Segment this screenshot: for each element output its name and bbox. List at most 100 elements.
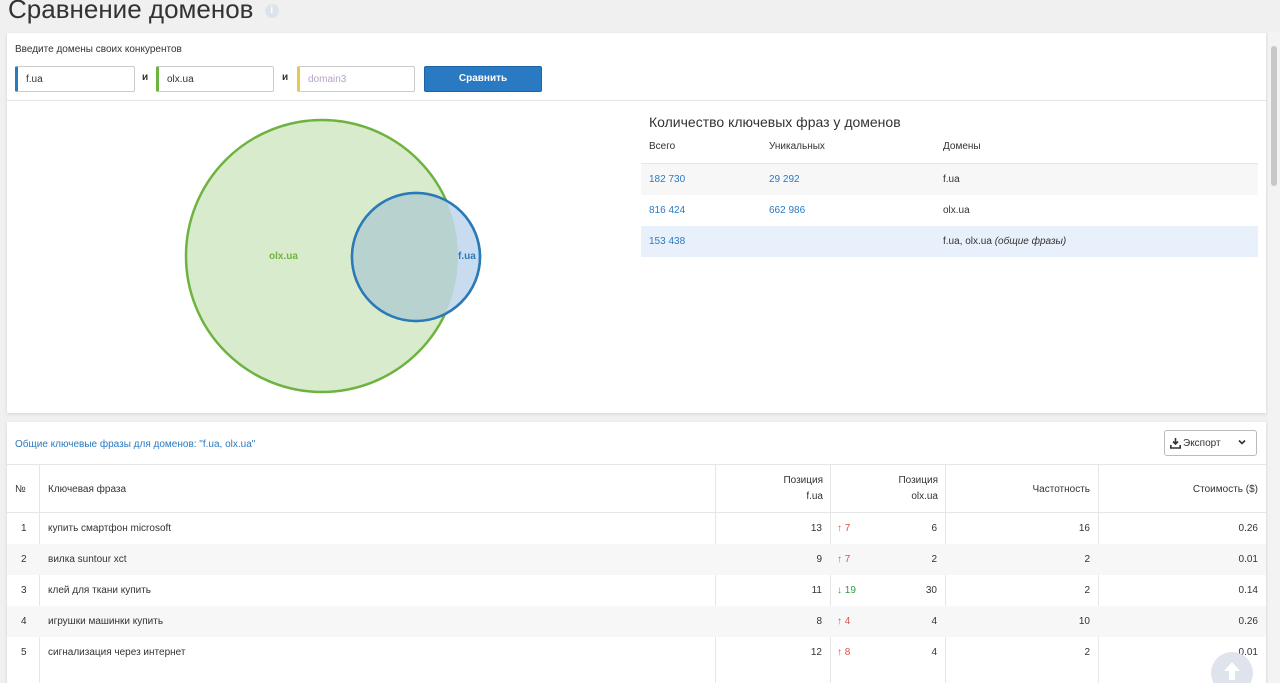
stats-header-unique: Уникальных (769, 141, 825, 152)
table-row[interactable]: 2 вилка suntour xct 9 ↑ 7 2 2 0.01 (7, 544, 1266, 575)
row-delta: ↑ 7 (837, 523, 850, 534)
export-button[interactable]: Экспорт (1164, 430, 1257, 456)
download-icon (1170, 438, 1181, 449)
info-icon[interactable]: i (264, 4, 279, 19)
stats-row: 182 730 29 292 f.ua (641, 164, 1258, 195)
compare-button[interactable]: Сравнить (424, 66, 542, 92)
stats-total-link[interactable]: 816 424 (649, 205, 685, 216)
row-pos-olx: 6 (931, 523, 937, 534)
row-delta-value: 19 (844, 585, 856, 596)
arrow-up-icon: ↑ (837, 554, 842, 565)
page-title-text: Сравнение доменов (8, 0, 254, 24)
row-delta: ↑ 4 (837, 616, 850, 627)
arrow-up-icon: ↑ (837, 647, 842, 658)
row-pos-olx: 4 (931, 616, 937, 627)
common-keywords-title[interactable]: Общие ключевые фразы для доменов: "f.ua,… (15, 439, 255, 450)
stats-total-link[interactable]: 153 438 (649, 236, 685, 247)
col-header-pos-fua-line2: f.ua (806, 491, 823, 502)
row-delta: ↑ 8 (837, 647, 850, 658)
row-pos-olx: 2 (931, 554, 937, 565)
and-label-2: и (282, 72, 289, 83)
stats-domain: f.ua, olx.ua (общие фразы) (943, 236, 1066, 247)
domain2-input[interactable] (156, 66, 274, 92)
row-delta-value: 8 (844, 647, 851, 658)
stats-domain: f.ua (943, 174, 960, 185)
arrow-up-icon: ↑ (837, 616, 842, 627)
table-row[interactable]: 1 купить смартфон microsoft 13 ↑ 7 6 16 … (7, 513, 1266, 544)
row-pos-fua: 12 (810, 647, 822, 658)
domain3-input[interactable] (297, 66, 415, 92)
and-label-1: и (142, 72, 149, 83)
venn-diagram: olx.ua f.ua (184, 118, 482, 394)
stats-row-common[interactable]: 153 438 f.ua, olx.ua (общие фразы) (641, 226, 1258, 257)
scrollbar-thumb[interactable] (1271, 46, 1277, 186)
row-frequency: 10 (1078, 616, 1090, 627)
stats-domain-text: f.ua, olx.ua (943, 236, 992, 247)
page-scrollbar[interactable] (1268, 32, 1280, 683)
row-delta: ↑ 7 (837, 554, 850, 565)
row-delta-value: 7 (844, 554, 851, 565)
table-header: № Ключевая фраза Позиция f.ua Позиция ol… (7, 464, 1266, 513)
row-phrase: игрушки машинки купить (48, 616, 164, 627)
row-pos-olx: 30 (925, 585, 937, 596)
row-phrase: клей для ткани купить (48, 585, 152, 596)
row-cost: 0.14 (1238, 585, 1258, 596)
row-pos-fua: 11 (811, 585, 822, 596)
page-title: Сравнение доменов i (8, 0, 279, 25)
row-cost: 0.26 (1238, 523, 1258, 534)
col-header-pos-olx[interactable]: Позиция olx.ua (831, 465, 938, 513)
col-header-pos-fua[interactable]: Позиция f.ua (716, 465, 823, 513)
domain-form-label: Введите домены своих конкурентов (15, 44, 182, 55)
row-phrase: вилка suntour xct (48, 554, 127, 565)
col-header-cost-label: Стоимость ($) (1192, 484, 1258, 495)
venn-label-olx: olx.ua (269, 251, 298, 262)
row-frequency: 2 (1084, 554, 1090, 565)
table-row[interactable]: 4 игрушки машинки купить 8 ↑ 4 4 10 0.26 (7, 606, 1266, 637)
row-cost: 0.01 (1238, 554, 1258, 565)
row-num: 5 (21, 647, 27, 658)
stats-domain-note: (общие фразы) (994, 236, 1067, 247)
domain-form: Введите домены своих конкурентов и и Сра… (7, 33, 1266, 101)
row-num: 2 (21, 554, 27, 565)
domain1-input[interactable] (15, 66, 135, 92)
col-header-pos-olx-line2: olx.ua (911, 491, 938, 502)
keyword-count-title: Количество ключевых фраз у доменов (649, 114, 901, 130)
arrow-up-icon (1224, 662, 1240, 680)
row-num: 3 (21, 585, 27, 596)
stats-unique-link[interactable]: 662 986 (769, 205, 805, 216)
stats-unique-link[interactable]: 29 292 (769, 174, 800, 185)
col-header-pos-olx-line1: Позиция (898, 475, 938, 486)
row-phrase: сигнализация через интернет (48, 647, 186, 658)
row-delta-value: 7 (844, 523, 851, 534)
common-keywords-card: Общие ключевые фразы для доменов: "f.ua,… (7, 422, 1266, 683)
arrow-up-icon: ↑ (837, 523, 842, 534)
chevron-down-icon (1238, 439, 1246, 445)
export-label: Экспорт (1183, 438, 1221, 449)
row-delta-value: 4 (844, 616, 851, 627)
row-cost: 0.26 (1238, 616, 1258, 627)
row-pos-fua: 13 (810, 523, 822, 534)
stats-row: 816 424 662 986 olx.ua (641, 195, 1258, 226)
col-header-frequency-label: Частотность (1032, 484, 1091, 495)
row-frequency: 16 (1078, 523, 1090, 534)
row-num: 4 (21, 616, 27, 627)
col-header-cost[interactable]: Стоимость ($) (1099, 465, 1258, 513)
row-phrase: купить смартфон microsoft (48, 523, 172, 534)
venn-label-fua: f.ua (458, 251, 476, 262)
stats-total-link[interactable]: 182 730 (649, 174, 685, 185)
row-pos-olx: 4 (931, 647, 937, 658)
col-header-frequency[interactable]: Частотность (946, 465, 1091, 513)
row-num: 1 (21, 523, 27, 534)
row-frequency: 2 (1084, 585, 1090, 596)
stats-header-total: Всего (649, 141, 676, 152)
row-frequency: 2 (1084, 647, 1090, 658)
row-pos-fua: 8 (816, 616, 822, 627)
row-pos-fua: 9 (816, 554, 822, 565)
table-row[interactable]: 3 клей для ткани купить 11 ↓ 19 30 2 0.1… (7, 575, 1266, 606)
table-row[interactable]: 5 сигнализация через интернет 12 ↑ 8 4 2… (7, 637, 1266, 668)
compare-card: Введите домены своих конкурентов и и Сра… (7, 33, 1266, 413)
stats-domain: olx.ua (943, 205, 970, 216)
stats-header-domains: Домены (943, 141, 981, 152)
col-header-pos-fua-line1: Позиция (783, 475, 823, 486)
arrow-down-icon: ↓ (837, 585, 842, 596)
